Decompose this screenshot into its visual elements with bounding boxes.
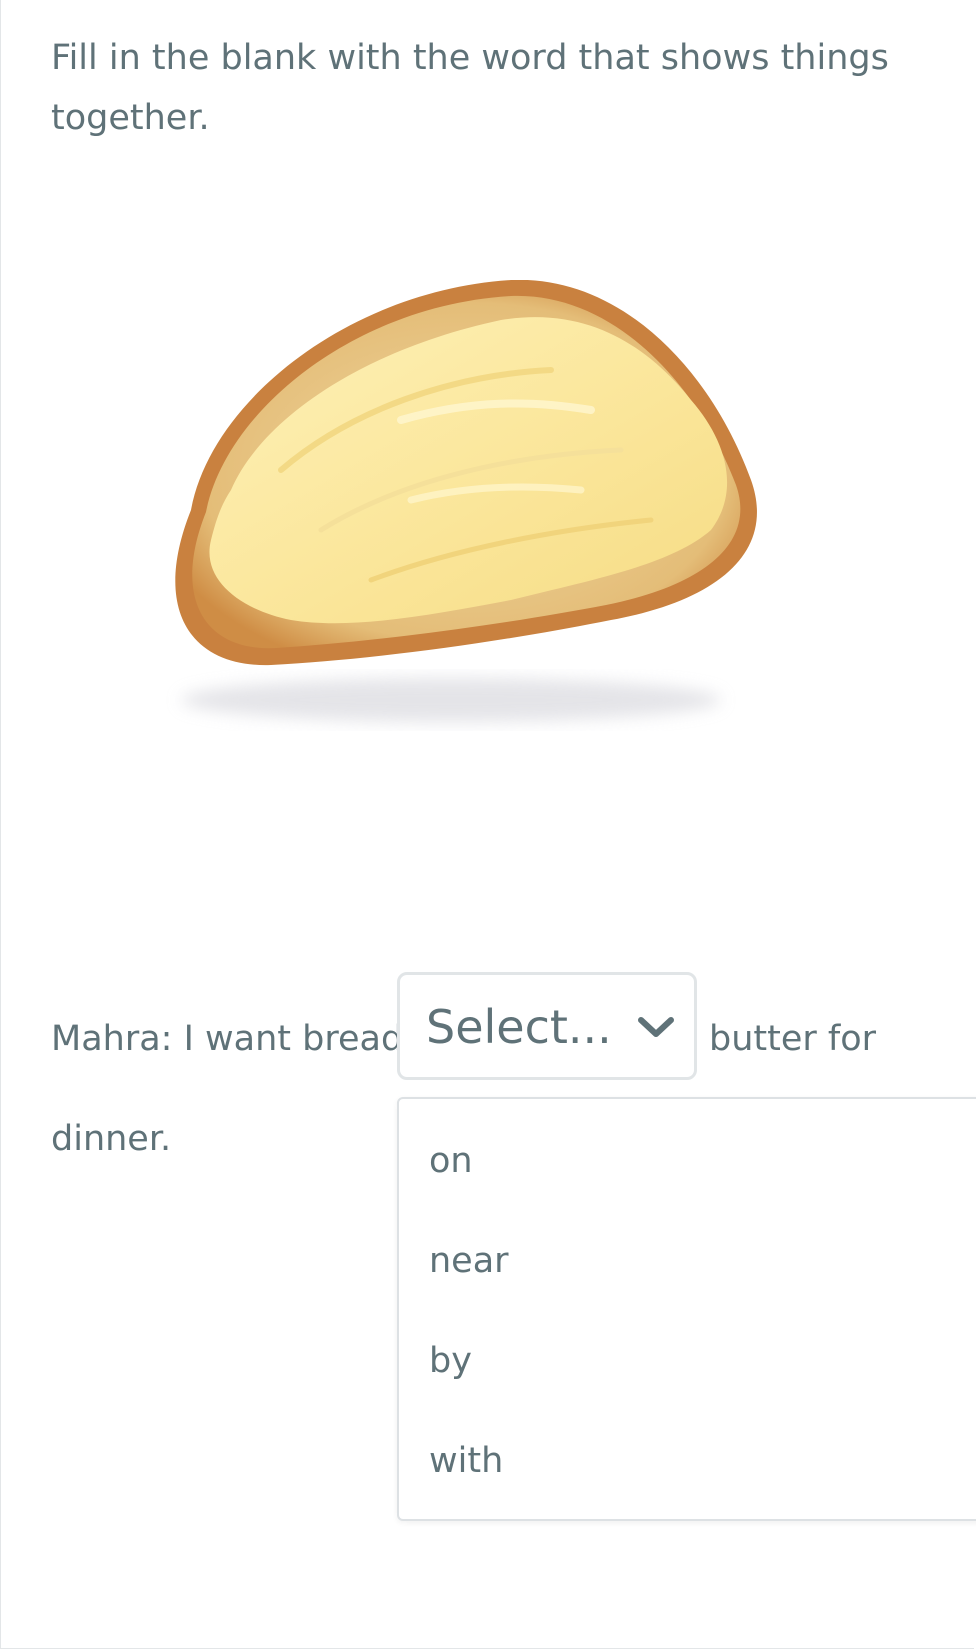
option-by[interactable]: by	[429, 1339, 492, 1383]
sentence-line2-text: dinner.	[51, 1119, 172, 1159]
option-on[interactable]: on	[429, 1139, 493, 1183]
bread-with-butter-image	[175, 280, 757, 722]
sentence-lead-text: Mahra: I want bread	[51, 1019, 404, 1059]
question-card: Fill in the blank with the word that sho…	[0, 0, 976, 1649]
option-with[interactable]: with	[429, 1439, 523, 1483]
answer-select[interactable]: Select...	[397, 972, 697, 1080]
sentence-tail-text: butter for	[709, 1019, 877, 1059]
option-near[interactable]: near	[429, 1239, 529, 1283]
select-dropdown-menu: on near by with	[397, 1097, 976, 1521]
question-prompt: Fill in the blank with the word that sho…	[51, 38, 889, 138]
select-value: Select...	[426, 1000, 612, 1054]
chevron-down-icon	[638, 1017, 674, 1037]
